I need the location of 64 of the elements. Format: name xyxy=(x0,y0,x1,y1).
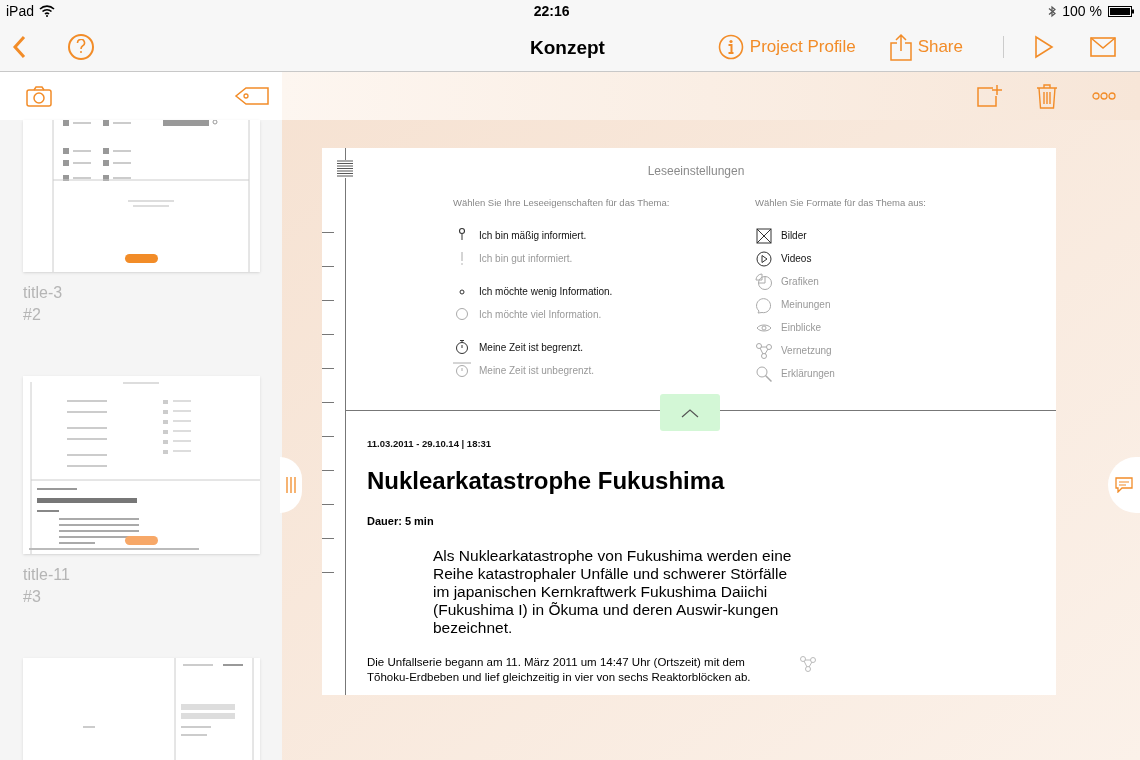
bluetooth-icon xyxy=(1048,4,1057,18)
share-icon xyxy=(889,32,912,61)
collapse-button[interactable] xyxy=(660,394,720,431)
page-title: title-11 xyxy=(23,565,71,585)
tag-button[interactable] xyxy=(234,86,270,106)
speech-bubble-icon xyxy=(755,295,773,314)
option-label[interactable]: Vernetzung xyxy=(781,343,832,359)
body-paragraph: Die Unfallserie begann am 11. März 2011 um 14:47 Uhr (Ortszeit) mit dem Tõhoku-Erdbeben und lief gleichzeitig in vier von sechs Reaktorblöcken ab. xyxy=(367,654,752,685)
option-label[interactable]: Erklärungen xyxy=(781,366,835,382)
add-page-button[interactable] xyxy=(976,84,1002,108)
chevron-up-icon xyxy=(681,407,699,418)
pie-chart-icon xyxy=(755,272,773,291)
option-label[interactable]: Meinungen xyxy=(781,297,831,313)
option-label[interactable]: Ich bin gut informiert. xyxy=(479,251,573,267)
page-title: title-3 xyxy=(23,283,64,303)
network-icon[interactable] xyxy=(799,654,817,673)
info-icon xyxy=(717,33,744,60)
screen-title: Konzept xyxy=(530,36,605,60)
option-label[interactable]: Ich möchte viel Information. xyxy=(479,307,602,323)
page-number: #2 xyxy=(23,305,42,325)
page-thumbnail-drawing[interactable] xyxy=(23,376,260,554)
lead-paragraph: Als Nuklearkatastrophe von Fukushima werden eine Reihe katastrophaler Unfälle und schwerer Störfälle im japanischen Kernkraftwerk Fukushima Daiichi (Fukushima I) in Õkuma und deren Auswir-kungen bezeichnet. xyxy=(433,546,793,637)
stopwatch-icon xyxy=(453,338,471,357)
question-mark-icon xyxy=(76,39,86,54)
comments-handle[interactable] xyxy=(1108,457,1140,513)
option-label[interactable]: Videos xyxy=(781,251,812,267)
section-title: Leseeinstellungen xyxy=(647,163,745,180)
battery-percent: 100 % xyxy=(1062,1,1102,21)
clock-icon xyxy=(453,361,471,380)
article-title: Nuklearkatastrophe Fukushima xyxy=(367,466,726,497)
reading-time: Dauer: 5 min xyxy=(367,514,435,530)
page-number: #3 xyxy=(23,587,42,607)
exclamation-icon xyxy=(460,252,464,266)
search-icon xyxy=(755,364,773,383)
image-placeholder-icon xyxy=(755,226,773,245)
option-label[interactable]: Meine Zeit ist unbegrenzt. xyxy=(479,363,595,379)
option-label[interactable]: Meine Zeit ist begrenzt. xyxy=(479,340,583,356)
page-thumbnail-drawing[interactable] xyxy=(23,658,260,760)
share-button[interactable]: Share xyxy=(889,32,963,61)
delete-button[interactable] xyxy=(1036,83,1058,109)
article-date: 11.03.2011 - 29.10.14 | 18:31 xyxy=(367,437,493,451)
device-name: iPad xyxy=(6,1,35,21)
page-thumbnail-drawing[interactable] xyxy=(23,120,260,272)
help-button[interactable] xyxy=(68,33,94,60)
play-circle-icon xyxy=(755,249,773,268)
play-button[interactable] xyxy=(1034,34,1054,59)
battery-icon xyxy=(1108,5,1134,17)
clock-time: 22:16 xyxy=(533,1,570,21)
network-icon xyxy=(755,341,773,360)
prompt-text: Wählen Sie Formate für das Thema aus: xyxy=(755,196,926,210)
option-label[interactable]: Ich möchte wenig Information. xyxy=(479,284,613,300)
small-circle-icon xyxy=(459,288,465,295)
wifi-icon xyxy=(39,5,56,17)
option-label[interactable]: Ich bin mäßig informiert. xyxy=(479,228,587,244)
project-profile-button[interactable]: Project Profile xyxy=(717,33,856,60)
mail-button[interactable] xyxy=(1090,36,1116,57)
camera-button[interactable] xyxy=(26,85,52,107)
menu-icon[interactable] xyxy=(336,160,354,178)
option-label[interactable]: Bilder xyxy=(781,228,807,244)
prompt-text: Wählen Sie Ihre Leseeigenschaften für das Thema: xyxy=(453,196,671,210)
more-button[interactable] xyxy=(1092,92,1116,100)
option-label[interactable]: Grafiken xyxy=(781,274,819,290)
sidebar-handle[interactable] xyxy=(280,457,302,513)
option-label[interactable]: Einblicke xyxy=(781,320,822,336)
